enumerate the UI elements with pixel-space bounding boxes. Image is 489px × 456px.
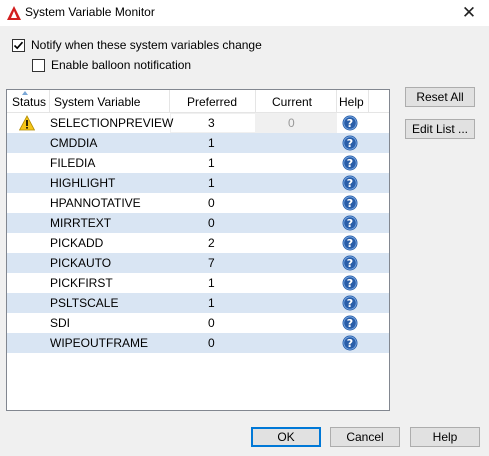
header-current-label: Current bbox=[272, 95, 313, 109]
title-bar: System Variable Monitor ✕ bbox=[0, 0, 489, 26]
dialog-body: Notify when these system variables chang… bbox=[0, 26, 489, 456]
header-status[interactable]: Status bbox=[7, 90, 50, 112]
table-row[interactable]: WIPEOUTFRAME 0? bbox=[7, 333, 389, 353]
ok-button[interactable]: OK bbox=[251, 427, 321, 447]
table-row[interactable]: HIGHLIGHT 1? bbox=[7, 173, 389, 193]
svg-text:?: ? bbox=[347, 317, 353, 330]
notify-label: Notify when these system variables chang… bbox=[31, 38, 262, 52]
help-question-icon[interactable]: ? bbox=[342, 135, 358, 151]
variable-name: PICKFIRST bbox=[50, 276, 113, 290]
list-header: Status System Variable Preferred Current… bbox=[7, 90, 389, 113]
table-row[interactable]: PICKAUTO 7? bbox=[7, 253, 389, 273]
preferred-value[interactable]: 7 bbox=[208, 253, 215, 273]
variable-name: CMDDIA bbox=[50, 136, 98, 150]
header-status-label: Status bbox=[12, 95, 47, 109]
help-question-icon[interactable]: ? bbox=[342, 275, 358, 291]
preferred-value[interactable]: 0 bbox=[208, 313, 215, 333]
preferred-value[interactable]: 2 bbox=[208, 233, 215, 253]
variable-name: HPANNOTATIVE bbox=[50, 196, 141, 210]
table-row[interactable]: FILEDIA 1? bbox=[7, 153, 389, 173]
svg-text:?: ? bbox=[347, 117, 353, 130]
table-row[interactable]: CMDDIA 1? bbox=[7, 133, 389, 153]
table-row[interactable]: PICKFIRST 1? bbox=[7, 273, 389, 293]
svg-text:?: ? bbox=[347, 217, 353, 230]
preferred-value[interactable]: 1 bbox=[208, 173, 215, 193]
help-question-icon[interactable]: ? bbox=[342, 175, 358, 191]
table-row[interactable]: MIRRTEXT 0? bbox=[7, 213, 389, 233]
preferred-value[interactable]: 3 bbox=[208, 113, 215, 133]
notify-checkbox-row[interactable]: Notify when these system variables chang… bbox=[12, 38, 262, 52]
preferred-value[interactable]: 1 bbox=[208, 293, 215, 313]
window-title: System Variable Monitor bbox=[25, 5, 155, 19]
svg-text:?: ? bbox=[347, 257, 353, 270]
svg-text:?: ? bbox=[347, 177, 353, 190]
system-variable-list[interactable]: Status System Variable Preferred Current… bbox=[6, 89, 390, 411]
warning-icon bbox=[19, 115, 35, 131]
table-row[interactable]: PSLTSCALE 1? bbox=[7, 293, 389, 313]
notify-checkbox[interactable] bbox=[12, 38, 25, 52]
svg-text:?: ? bbox=[347, 277, 353, 290]
svg-text:?: ? bbox=[347, 337, 353, 350]
variable-name: SELECTIONPREVIEW bbox=[50, 116, 174, 130]
checkmark-icon bbox=[13, 41, 24, 49]
help-question-icon[interactable]: ? bbox=[342, 335, 358, 351]
svg-text:?: ? bbox=[347, 297, 353, 310]
header-help[interactable]: Help bbox=[337, 90, 369, 112]
preferred-value[interactable]: 1 bbox=[208, 273, 215, 293]
preferred-value[interactable]: 0 bbox=[208, 213, 215, 233]
variable-name: PICKAUTO bbox=[50, 256, 112, 270]
help-question-icon[interactable]: ? bbox=[342, 115, 358, 131]
svg-text:?: ? bbox=[347, 137, 353, 150]
preferred-value[interactable]: 1 bbox=[208, 153, 215, 173]
variable-name: WIPEOUTFRAME bbox=[50, 336, 148, 350]
close-button[interactable]: ✕ bbox=[449, 0, 489, 26]
svg-text:?: ? bbox=[347, 157, 353, 170]
close-icon: ✕ bbox=[461, 3, 477, 22]
svg-text:?: ? bbox=[347, 197, 353, 210]
balloon-checkbox[interactable] bbox=[32, 58, 45, 72]
help-question-icon[interactable]: ? bbox=[342, 315, 358, 331]
help-question-icon[interactable]: ? bbox=[342, 215, 358, 231]
header-preferred-label: Preferred bbox=[187, 95, 238, 109]
edit-list-button[interactable]: Edit List ... bbox=[405, 119, 475, 139]
help-question-icon[interactable]: ? bbox=[342, 195, 358, 211]
svg-text:?: ? bbox=[347, 237, 353, 250]
cancel-button[interactable]: Cancel bbox=[330, 427, 400, 447]
table-row[interactable]: HPANNOTATIVE 0? bbox=[7, 193, 389, 213]
help-button[interactable]: Help bbox=[410, 427, 480, 447]
current-value: 0 bbox=[288, 116, 295, 130]
balloon-checkbox-row[interactable]: Enable balloon notification bbox=[32, 58, 191, 72]
variable-name: FILEDIA bbox=[50, 156, 96, 170]
balloon-label: Enable balloon notification bbox=[51, 58, 192, 72]
header-preferred[interactable]: Preferred bbox=[170, 90, 256, 112]
variable-name: SDI bbox=[50, 316, 71, 330]
current-value-field bbox=[256, 113, 337, 133]
table-row[interactable]: PICKADD 2? bbox=[7, 233, 389, 253]
reset-all-button[interactable]: Reset All bbox=[405, 87, 475, 107]
autocad-app-icon bbox=[7, 6, 21, 20]
help-question-icon[interactable]: ? bbox=[342, 295, 358, 311]
table-row[interactable]: SDI 0? bbox=[7, 313, 389, 333]
preferred-value[interactable]: 0 bbox=[208, 333, 215, 353]
preferred-value[interactable]: 0 bbox=[208, 193, 215, 213]
header-variable[interactable]: System Variable bbox=[50, 90, 170, 112]
header-variable-label: System Variable bbox=[54, 95, 141, 109]
table-row[interactable]: SELECTIONPREVIEW 3 0? bbox=[7, 113, 389, 133]
preferred-value[interactable]: 1 bbox=[208, 133, 215, 153]
variable-name: PICKADD bbox=[50, 236, 104, 250]
variable-name: PSLTSCALE bbox=[50, 296, 119, 310]
variable-name: MIRRTEXT bbox=[50, 216, 112, 230]
help-question-icon[interactable]: ? bbox=[342, 235, 358, 251]
header-help-label: Help bbox=[339, 95, 364, 109]
variable-name: HIGHLIGHT bbox=[50, 176, 116, 190]
help-question-icon[interactable]: ? bbox=[342, 155, 358, 171]
header-current[interactable]: Current bbox=[256, 90, 337, 112]
help-question-icon[interactable]: ? bbox=[342, 255, 358, 271]
